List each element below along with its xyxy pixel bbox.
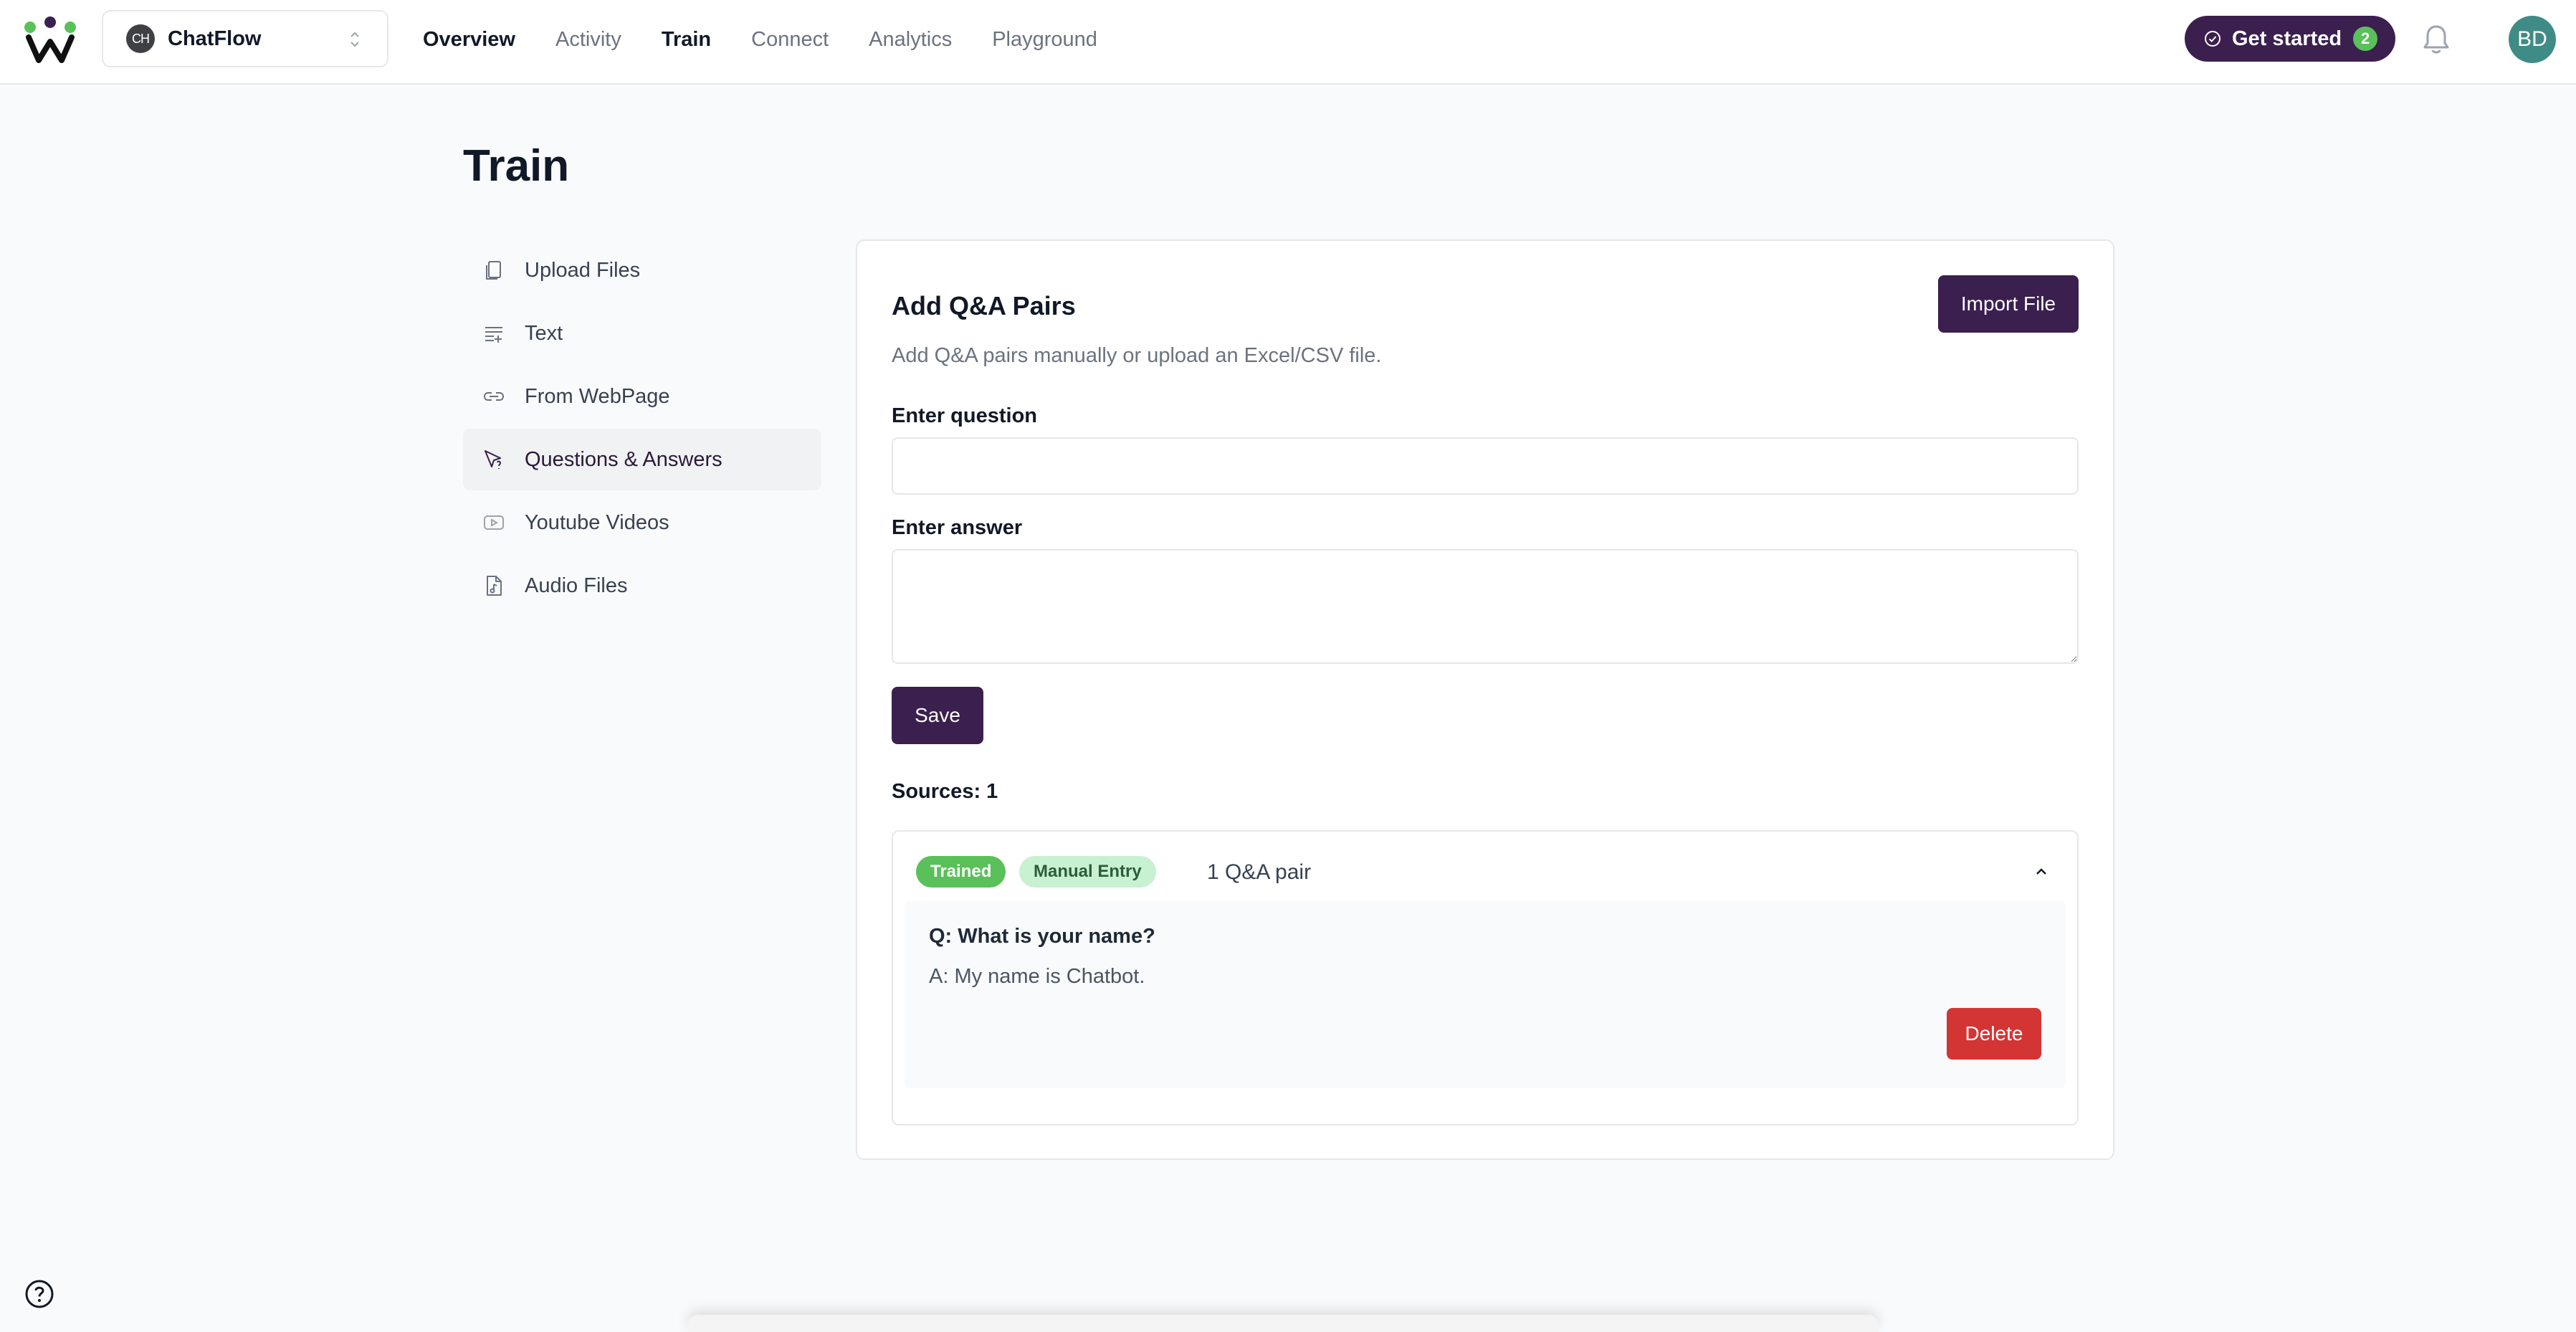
sidebar-item-label: Text [525, 321, 563, 345]
sidebar-item-label: Youtube Videos [525, 510, 669, 534]
sidebar-item-label: Upload Files [525, 258, 641, 282]
nav-activity[interactable]: Activity [555, 28, 621, 52]
qa-answer: A: My name is Chatbot. [929, 965, 1145, 988]
card-title: Add Q&A Pairs [892, 291, 1076, 320]
card-description: Add Q&A pairs manually or upload an Exce… [892, 344, 1382, 367]
status-badge: Trained [916, 856, 1006, 888]
chevron-up-icon[interactable] [2031, 862, 2051, 882]
nav-analytics[interactable]: Analytics [869, 28, 952, 52]
help-icon[interactable] [24, 1279, 54, 1309]
user-avatar[interactable]: BD [2509, 16, 2556, 63]
sidebar-item-label: Audio Files [525, 574, 628, 597]
text-lines-icon [482, 321, 506, 346]
sidebar-item-text[interactable]: Text [463, 303, 821, 364]
import-file-button[interactable]: Import File [1938, 275, 2079, 333]
nav-train[interactable]: Train [662, 28, 711, 52]
nav-overview[interactable]: Overview [423, 28, 515, 52]
qa-card: Add Q&A Pairs Add Q&A pairs manually or … [856, 239, 2114, 1160]
qa-question: Q: What is your name? [929, 925, 1155, 948]
nav-connect[interactable]: Connect [751, 28, 829, 52]
train-sidebar: Upload Files Text From WebPage Questions… [463, 239, 821, 618]
sidebar-item-upload-files[interactable]: Upload Files [463, 239, 821, 301]
nav-playground[interactable]: Playground [992, 28, 1097, 52]
answer-input[interactable] [892, 549, 2079, 664]
save-button[interactable]: Save [892, 687, 983, 744]
sidebar-item-from-webpage[interactable]: From WebPage [463, 366, 821, 427]
sidebar-item-label: Questions & Answers [525, 447, 722, 471]
source-details: Q: What is your name? A: My name is Chat… [905, 900, 2066, 1088]
sidebar-item-audio-files[interactable]: Audio Files [463, 555, 821, 617]
bottom-panel-edge [688, 1315, 1878, 1332]
chevron-up-down-icon [350, 32, 359, 47]
link-icon [482, 384, 506, 409]
question-label: Enter question [892, 404, 1038, 427]
audio-file-icon [482, 574, 506, 598]
delete-button[interactable]: Delete [1947, 1008, 2041, 1060]
check-circle-icon [2205, 31, 2220, 47]
get-started-count-badge: 2 [2353, 27, 2378, 51]
source-item: Trained Manual Entry 1 Q&A pair Q: What … [892, 830, 2079, 1126]
app-logo-icon[interactable] [23, 16, 77, 63]
cursor-question-icon [482, 447, 506, 472]
get-started-label: Get started [2232, 27, 2342, 50]
sidebar-item-youtube-videos[interactable]: Youtube Videos [463, 492, 821, 553]
file-copy-icon [482, 258, 506, 282]
project-avatar: CH [126, 24, 155, 53]
bell-icon[interactable] [2421, 23, 2451, 56]
project-selector[interactable]: CH ChatFlow [102, 10, 388, 67]
page-title: Train [463, 141, 570, 191]
pair-count: 1 Q&A pair [1207, 860, 1312, 884]
answer-label: Enter answer [892, 516, 1023, 539]
project-name: ChatFlow [168, 27, 262, 50]
type-badge: Manual Entry [1019, 856, 1156, 888]
question-input[interactable] [892, 437, 2079, 495]
sources-count: Sources: 1 [892, 780, 998, 803]
top-bar: CH ChatFlow Overview Activity Train Conn… [0, 0, 2576, 85]
main-nav: Overview Activity Train Connect Analytic… [423, 0, 1137, 79]
sidebar-item-label: From WebPage [525, 384, 670, 408]
sidebar-item-questions-answers[interactable]: Questions & Answers [463, 429, 821, 490]
video-play-icon [482, 510, 506, 535]
get-started-button[interactable]: Get started 2 [2185, 16, 2395, 62]
